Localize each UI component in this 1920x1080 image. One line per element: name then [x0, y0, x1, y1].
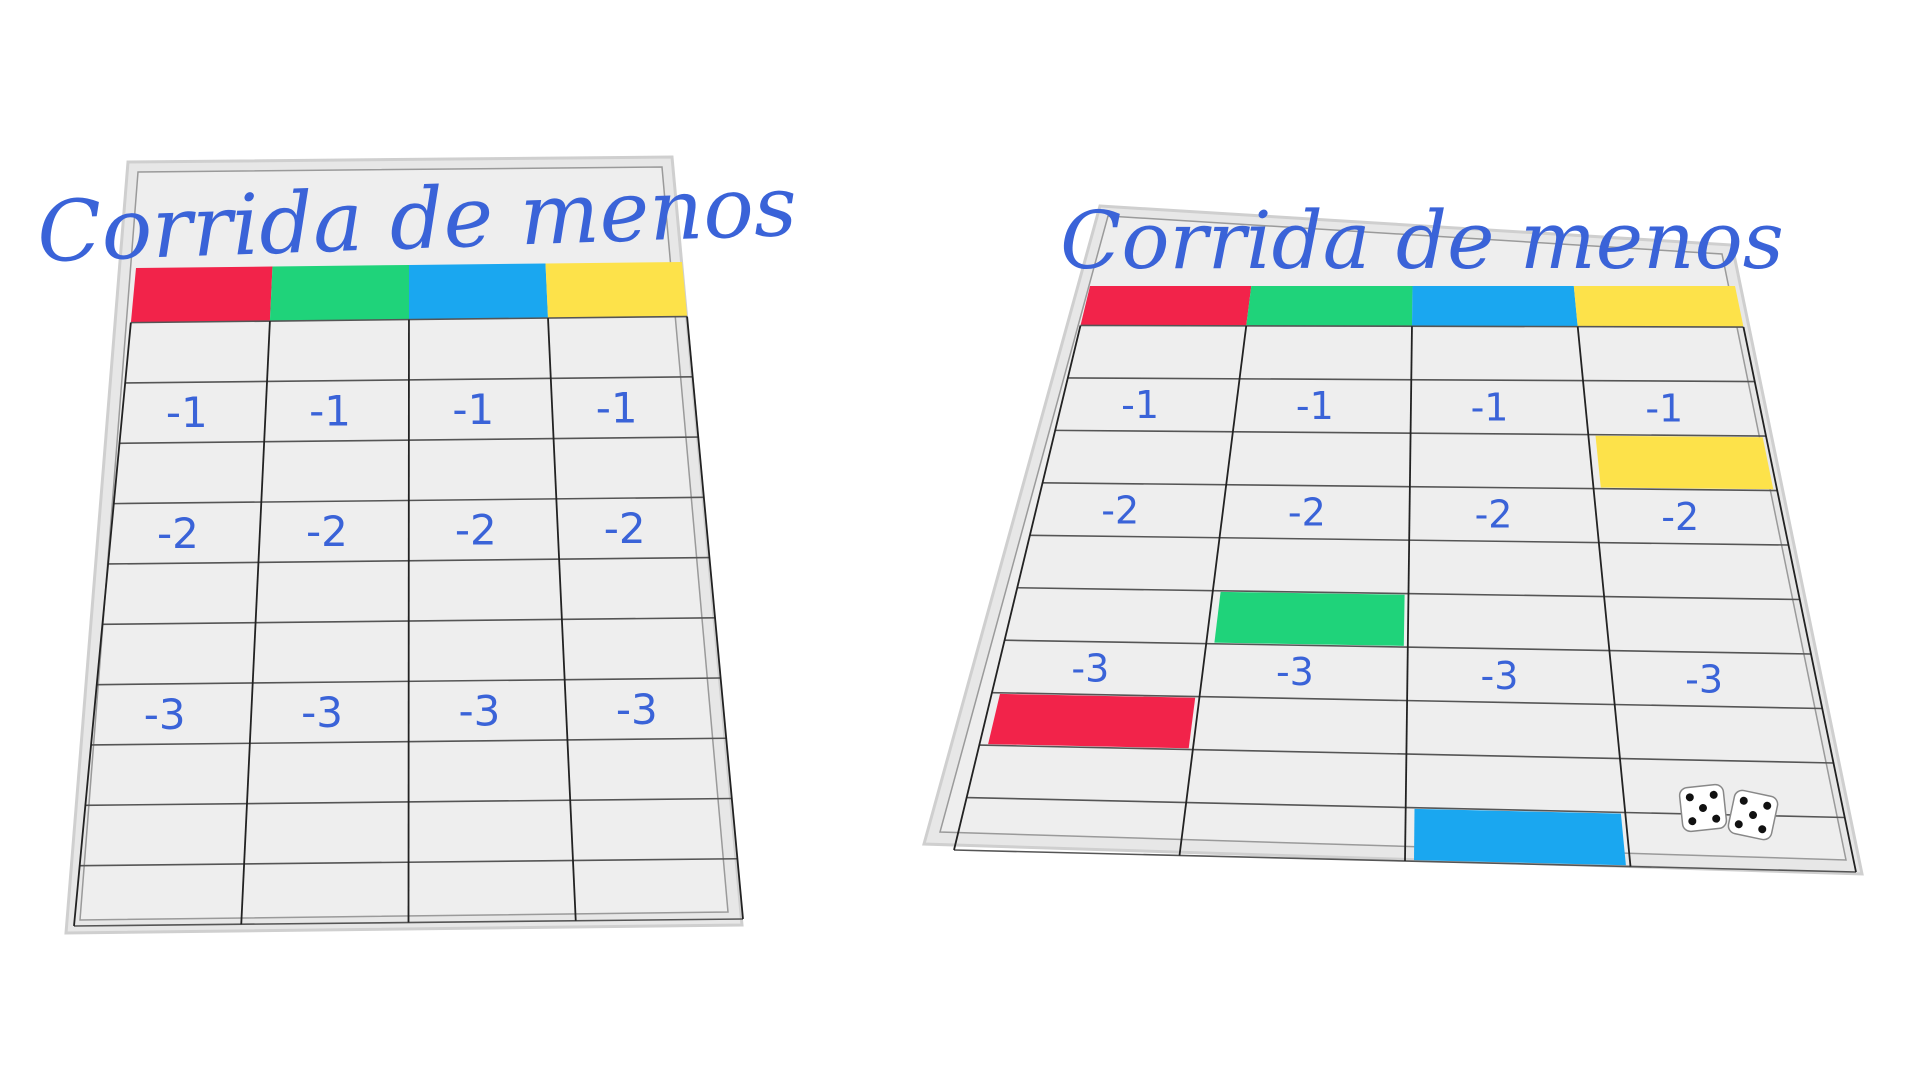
- header-color-strip: [1412, 286, 1578, 327]
- game-piece[interactable]: [1414, 808, 1626, 866]
- cell-value: -3: [459, 686, 501, 735]
- header-color-strip: [545, 262, 688, 319]
- cell-value: -2: [306, 507, 348, 556]
- cell-value: -2: [1475, 493, 1513, 537]
- game-board-left: Corrida de menos-1 -1 -1 -1-2 -2 -2 -2-3 -3 -3 -3: [36, 155, 798, 935]
- cell-value: -1: [1121, 383, 1159, 427]
- cell-value: -1: [596, 383, 638, 432]
- header-color-strip: [269, 265, 409, 322]
- cell-value: -2: [1661, 495, 1699, 539]
- header-color-strip: [1573, 286, 1744, 327]
- cell-value: -1: [1296, 384, 1334, 428]
- game-piece[interactable]: [1214, 591, 1405, 646]
- cell-value: -3: [144, 690, 186, 739]
- cell-value: -1: [1471, 385, 1509, 429]
- cell-value: -2: [1101, 488, 1139, 532]
- cell-value: -1: [1645, 386, 1683, 430]
- cell-value: -2: [1288, 491, 1326, 535]
- cell-value: -1: [309, 387, 351, 436]
- header-color-strip: [409, 263, 548, 320]
- cell-value: -3: [1071, 646, 1109, 690]
- cell-value: -2: [157, 509, 199, 558]
- board-title: Corrida de menos: [1060, 194, 1784, 287]
- photo-scene: Corrida de menos -1 -1 -1 -1 -2 -2 -2 -2 -3 -3 -3 -3…: [36, 155, 1864, 935]
- cell-value: -2: [455, 506, 497, 555]
- die-icon[interactable]: [1727, 789, 1779, 841]
- cell-value: -3: [616, 685, 658, 734]
- header-color-strip: [130, 266, 273, 323]
- cell-value: -2: [604, 504, 646, 553]
- header-color-strip: [1246, 286, 1413, 327]
- die-icon[interactable]: [1678, 783, 1728, 833]
- cell-value: -3: [1276, 650, 1314, 694]
- cell-value: -1: [166, 388, 208, 437]
- game-piece[interactable]: [988, 693, 1196, 749]
- game-piece[interactable]: [1595, 435, 1774, 490]
- cell-value: -3: [1481, 654, 1519, 698]
- cell-value: -3: [301, 688, 343, 737]
- cell-value: -3: [1685, 658, 1723, 702]
- game-board-right: Corrida de menos -1 -1 -1 -1 -2 -2 -2 -2 -3 -3 -3 -3: [922, 194, 1864, 876]
- header-color-strip: [1080, 286, 1252, 326]
- cell-value: -1: [452, 385, 494, 434]
